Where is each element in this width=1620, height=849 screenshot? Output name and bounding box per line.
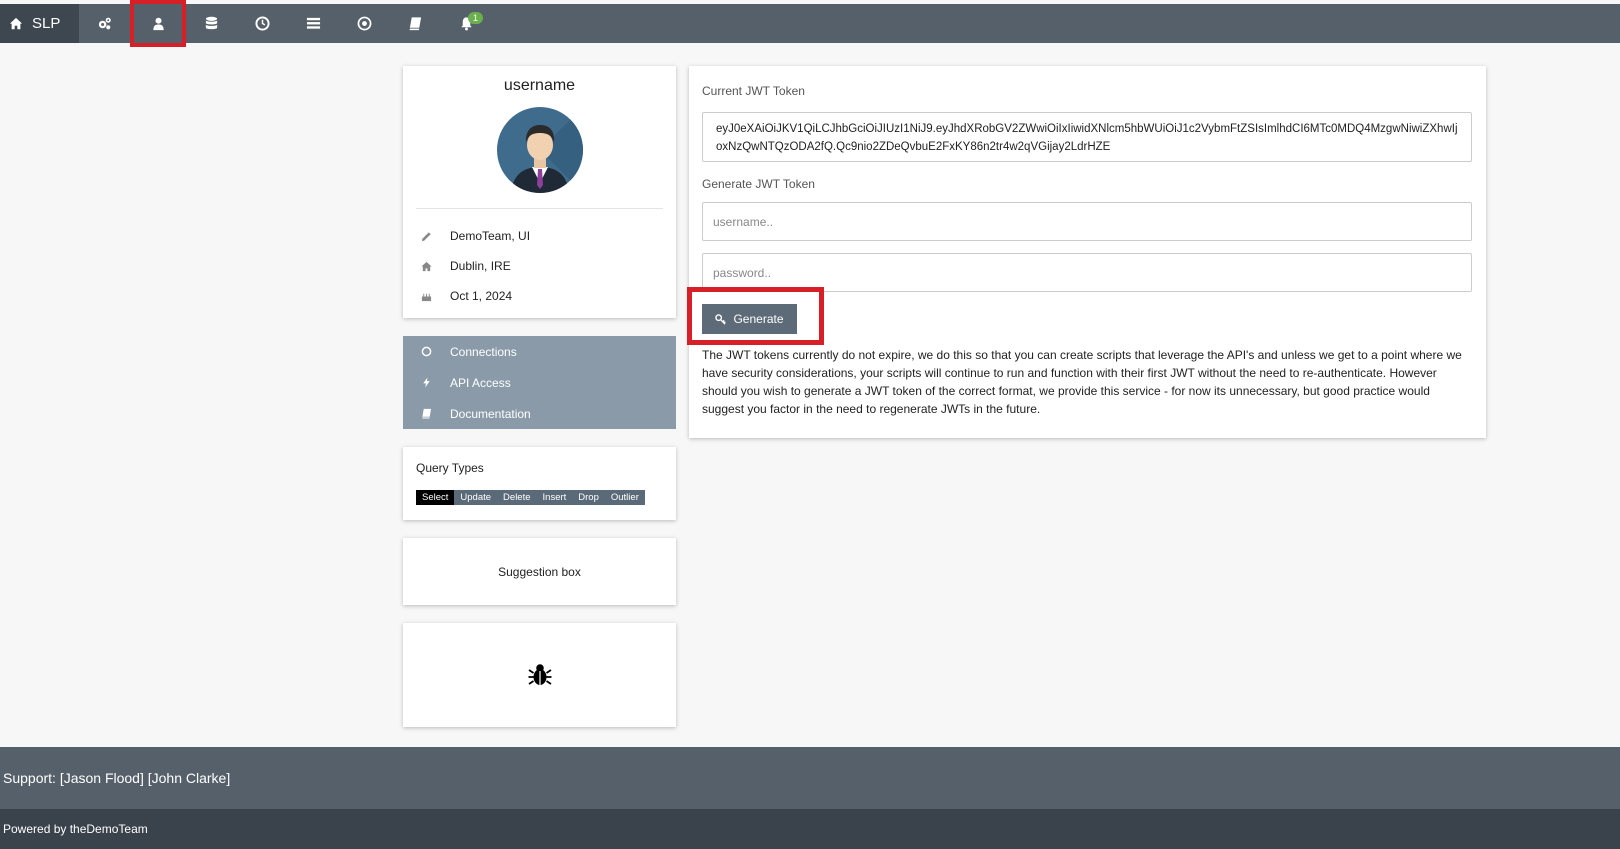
- menu-item-connections[interactable]: Connections: [403, 336, 676, 367]
- query-types-card: Query Types Select Update Delete Insert …: [403, 447, 676, 520]
- nav-database[interactable]: [186, 4, 237, 43]
- query-type-update[interactable]: Update: [454, 490, 498, 505]
- profile-location: Dublin, IRE: [450, 259, 511, 273]
- current-jwt-label: Current JWT Token: [702, 84, 805, 98]
- support-text: Support: [Jason Flood] [John Clarke]: [3, 770, 231, 786]
- profile-date: Oct 1, 2024: [450, 289, 513, 303]
- brand-label: SLP: [32, 15, 61, 32]
- menu-item-label: Documentation: [450, 406, 531, 421]
- user-avatar-image: [510, 107, 583, 193]
- query-type-drop[interactable]: Drop: [572, 490, 605, 505]
- profile-team: DemoTeam, UI: [450, 229, 531, 243]
- suggestion-box[interactable]: Suggestion box: [403, 538, 676, 605]
- jwt-panel: Current JWT Token eyJ0eXAiOiJKV1QiLCJhbG…: [687, 66, 1486, 438]
- query-types-title: Query Types: [416, 461, 484, 475]
- profile-divider: [416, 208, 663, 209]
- query-type-delete[interactable]: Delete: [497, 490, 537, 505]
- top-navbar: SLP 1: [0, 0, 1620, 47]
- powered-by-text: Powered by theDemoTeam: [3, 822, 148, 836]
- menu-item-api-access[interactable]: API Access: [403, 367, 676, 398]
- clock-icon: [255, 16, 270, 31]
- generate-jwt-label: Generate JWT Token: [702, 177, 815, 191]
- nav-settings[interactable]: [79, 4, 130, 43]
- nav-list[interactable]: [288, 4, 339, 43]
- nav-notifications[interactable]: 1: [441, 4, 492, 43]
- pencil-icon: [421, 231, 431, 241]
- menu-item-documentation[interactable]: Documentation: [403, 398, 676, 429]
- current-jwt-token[interactable]: eyJ0eXAiOiJKV1QiLCJhbGciOiJIUzI1NiJ9.eyJ…: [702, 112, 1472, 162]
- notification-badge: 1: [468, 12, 484, 24]
- nav-docs[interactable]: [390, 4, 441, 43]
- avatar: [496, 107, 583, 193]
- user-icon: [152, 17, 164, 31]
- query-type-insert[interactable]: Insert: [536, 490, 573, 505]
- nav-history[interactable]: [237, 4, 288, 43]
- generate-button-label: Generate: [733, 312, 784, 326]
- database-icon: [205, 16, 218, 30]
- home-icon: [420, 261, 432, 271]
- list-icon: [306, 17, 321, 29]
- bug-icon: [528, 664, 551, 685]
- home-icon: [9, 17, 23, 29]
- generate-button[interactable]: Generate: [702, 304, 797, 334]
- nav-target[interactable]: [339, 4, 390, 43]
- target-icon: [357, 16, 372, 31]
- query-type-tabs: Select Update Delete Insert Drop Outlier: [416, 490, 676, 505]
- profile-date-row: Oct 1, 2024: [403, 281, 676, 311]
- powered-by-footer: Powered by theDemoTeam: [0, 809, 1620, 849]
- brand-home-link[interactable]: SLP: [0, 4, 79, 43]
- book-icon: [421, 408, 431, 419]
- book-icon: [409, 17, 422, 31]
- bolt-icon: [422, 377, 430, 388]
- profile-location-row: Dublin, IRE: [403, 251, 676, 281]
- side-menu: Connections API Access Documentation: [403, 336, 676, 429]
- nav-icon-bar: 1: [79, 0, 492, 47]
- profile-username: username: [503, 77, 576, 94]
- circle-notch-icon: [421, 346, 431, 357]
- suggestion-box-label: Suggestion box: [498, 564, 581, 579]
- profile-info-list: DemoTeam, UI Dublin, IRE Oct 1, 2024: [403, 221, 676, 311]
- query-type-outlier[interactable]: Outlier: [604, 490, 645, 505]
- nav-profile[interactable]: [130, 0, 186, 47]
- bug-report-card[interactable]: [403, 623, 676, 727]
- profile-card: username DemoTeam, UI Dublin, IRE Oct 1,…: [403, 66, 676, 318]
- menu-item-label: Connections: [450, 344, 517, 359]
- birthday-cake-icon: [421, 293, 431, 301]
- cogs-icon: [98, 17, 111, 30]
- username-input[interactable]: [702, 202, 1472, 241]
- key-icon: [715, 313, 727, 325]
- support-footer: Support: [Jason Flood] [John Clarke]: [0, 747, 1620, 809]
- menu-item-label: API Access: [450, 375, 511, 390]
- query-type-select[interactable]: Select: [416, 490, 455, 505]
- jwt-description: The JWT tokens currently do not expire, …: [702, 348, 1462, 416]
- profile-team-row: DemoTeam, UI: [403, 221, 676, 251]
